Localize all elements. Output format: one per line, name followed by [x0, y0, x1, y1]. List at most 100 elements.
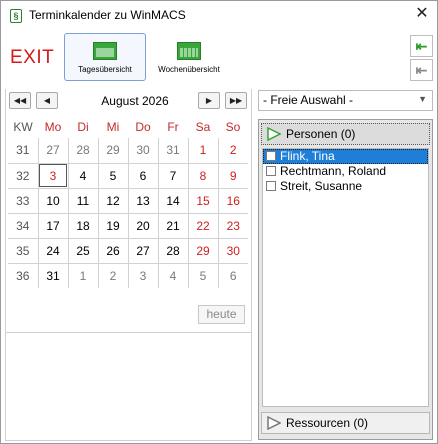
window-title: Terminkalender zu WinMACS [29, 8, 186, 22]
day-cell[interactable]: 27 [37, 138, 68, 163]
month-grid: KW Mo Di Mi Do Fr Sa So 31 27 28 29 30 31 1 2 32… [8, 116, 248, 288]
green-arrow-left-icon[interactable]: ⇤ [410, 35, 433, 57]
day-cell[interactable]: 23 [217, 212, 248, 238]
calendar-panel: ◀◀ ◀ August 2026 ▶ ▶▶ KW Mo Di Mi Do Fr … [5, 89, 252, 441]
header-kw: KW [13, 120, 33, 134]
week-number: 36 [8, 262, 38, 288]
week-row: 34 17 18 19 20 21 22 23 [8, 212, 248, 238]
list-item[interactable]: Flink, Tina [263, 149, 428, 164]
day-view-button[interactable]: Tagesübersicht [64, 33, 146, 81]
week-view-label: Wochenübersicht [158, 65, 220, 74]
day-cell[interactable]: 7 [157, 162, 188, 188]
person-name: Rechtmann, Roland [280, 164, 387, 178]
day-cell[interactable]: 8 [187, 162, 218, 188]
day-cell[interactable]: 6 [217, 262, 248, 288]
persons-group-label: Personen (0) [286, 127, 356, 141]
grey-arrow-left-icon[interactable]: ⇤ [410, 59, 433, 81]
day-cell[interactable]: 14 [157, 187, 188, 213]
day-cell[interactable]: 10 [37, 187, 68, 213]
window: § Terminkalender zu WinMACS ✕ EXIT Tages… [0, 0, 438, 444]
week-number: 34 [8, 212, 38, 238]
list-item[interactable]: Streit, Susanne [263, 179, 428, 194]
day-cell[interactable]: 22 [187, 212, 218, 238]
resources-group-label: Ressourcen (0) [286, 416, 369, 430]
expand-triangle-icon [267, 416, 281, 430]
day-cell[interactable]: 5 [97, 162, 128, 188]
day-cell[interactable]: 11 [67, 187, 98, 213]
day-cell[interactable]: 28 [157, 237, 188, 263]
week-view-button[interactable]: Wochenübersicht [148, 33, 230, 81]
today-button[interactable]: heute [198, 305, 245, 324]
resources-group-header[interactable]: Ressourcen (0) [261, 412, 430, 434]
day-cell[interactable]: 25 [67, 237, 98, 263]
week-number: 32 [8, 162, 38, 188]
day-cell[interactable]: 12 [97, 187, 128, 213]
day-cell[interactable]: 18 [67, 212, 98, 238]
day-cell[interactable]: 31 [37, 262, 68, 288]
day-cell[interactable]: 3 [37, 162, 68, 188]
day-cell[interactable]: 1 [67, 262, 98, 288]
week-number: 31 [8, 138, 38, 163]
toolbar: EXIT Tagesübersicht Wochenübersicht ⇤ ⇤ [1, 29, 437, 85]
day-cell[interactable]: 30 [127, 138, 158, 163]
week-row: 32 3 4 5 6 7 8 9 [8, 162, 248, 188]
week-number: 33 [8, 187, 38, 213]
day-cell[interactable]: 19 [97, 212, 128, 238]
week-row: 31 27 28 29 30 31 1 2 [8, 138, 248, 163]
week-row: 35 24 25 26 27 28 29 30 [8, 237, 248, 263]
expand-triangle-icon [267, 127, 281, 141]
checkbox[interactable] [266, 181, 276, 191]
header-mi: Mi [106, 120, 120, 134]
exit-button[interactable]: EXIT [10, 47, 54, 69]
filter-select[interactable]: - Freie Auswahl - ▼ [258, 90, 433, 111]
day-cell[interactable]: 2 [97, 262, 128, 288]
next-year-button[interactable]: ▶▶ [225, 92, 247, 109]
day-cell[interactable]: 5 [187, 262, 218, 288]
header-so: So [225, 120, 241, 134]
day-cell[interactable]: 3 [127, 262, 158, 288]
filter-select-value: - Freie Auswahl - [263, 93, 354, 107]
prev-year-button[interactable]: ◀◀ [9, 92, 31, 109]
next-month-button[interactable]: ▶ [198, 92, 220, 109]
title-bar: § Terminkalender zu WinMACS ✕ [1, 1, 437, 29]
day-cell[interactable]: 24 [37, 237, 68, 263]
week-number: 35 [8, 237, 38, 263]
day-cell[interactable]: 16 [217, 187, 248, 213]
prev-month-button[interactable]: ◀ [36, 92, 58, 109]
day-cell[interactable]: 27 [127, 237, 158, 263]
week-row: 36 31 1 2 3 4 5 6 [8, 262, 248, 288]
day-cell[interactable]: 15 [187, 187, 218, 213]
person-name: Flink, Tina [280, 149, 335, 163]
month-label: August 2026 [101, 94, 169, 108]
day-cell[interactable]: 13 [127, 187, 158, 213]
day-cell[interactable]: 20 [127, 212, 158, 238]
header-di: Di [77, 120, 89, 134]
calendar-day-icon [93, 42, 117, 60]
day-cell[interactable]: 21 [157, 212, 188, 238]
checkbox[interactable] [266, 166, 276, 176]
day-cell[interactable]: 29 [97, 138, 128, 163]
day-view-label: Tagesübersicht [78, 65, 132, 74]
chevron-down-icon: ▼ [418, 94, 427, 104]
day-cell[interactable]: 17 [37, 212, 68, 238]
day-cell[interactable]: 4 [157, 262, 188, 288]
day-cell[interactable]: 29 [187, 237, 218, 263]
day-cell[interactable]: 1 [187, 138, 218, 163]
header-mo: Mo [44, 120, 62, 134]
day-cell[interactable]: 28 [67, 138, 98, 163]
day-cell[interactable]: 2 [217, 138, 248, 163]
list-item[interactable]: Rechtmann, Roland [263, 164, 428, 179]
day-cell[interactable]: 9 [217, 162, 248, 188]
person-name: Streit, Susanne [280, 179, 363, 193]
day-cell[interactable]: 6 [127, 162, 158, 188]
day-cell[interactable]: 26 [97, 237, 128, 263]
persons-list: Flink, Tina Rechtmann, Roland Streit, Su… [262, 148, 429, 407]
checkbox[interactable] [266, 151, 276, 161]
day-cell[interactable]: 30 [217, 237, 248, 263]
app-icon: § [10, 9, 22, 23]
persons-group-header[interactable]: Personen (0) [261, 123, 430, 145]
close-icon[interactable]: ✕ [411, 4, 433, 24]
week-row: 33 10 11 12 13 14 15 16 [8, 187, 248, 213]
day-cell[interactable]: 31 [157, 138, 188, 163]
day-cell[interactable]: 4 [67, 162, 98, 188]
